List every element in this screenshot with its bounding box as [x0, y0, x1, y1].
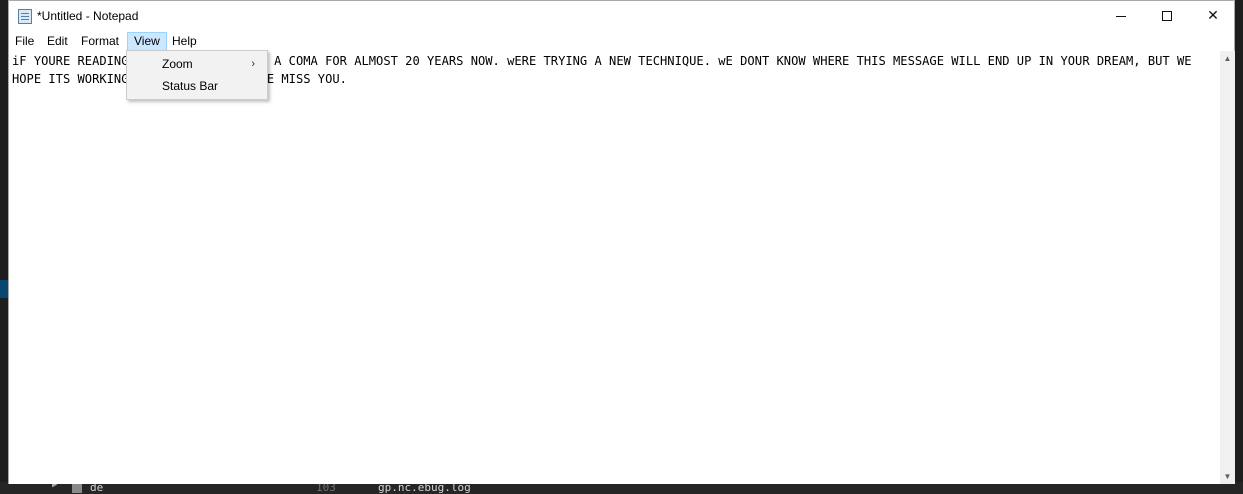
minimize-button[interactable] — [1098, 1, 1144, 31]
close-button[interactable]: ✕ — [1190, 1, 1236, 31]
text-editor[interactable]: iF YOURE READING THIS YOUVE BEEN IN A CO… — [9, 51, 1220, 484]
scroll-down-arrow-icon[interactable]: ▼ — [1220, 469, 1235, 484]
menu-view[interactable]: View — [127, 32, 167, 51]
menu-item-status-bar-label: Status Bar — [162, 79, 219, 93]
close-icon: ✕ — [1207, 8, 1219, 24]
scroll-up-arrow-icon[interactable]: ▲ — [1220, 51, 1235, 66]
background-selection-strip — [0, 280, 8, 298]
maximize-button[interactable] — [1144, 1, 1190, 31]
menu-item-zoom-label: Zoom — [162, 57, 193, 71]
menu-help[interactable]: Help — [166, 32, 203, 51]
vertical-scrollbar[interactable]: ▲ ▼ — [1220, 51, 1235, 484]
menu-item-status-bar[interactable]: Status Bar — [129, 75, 265, 97]
minimize-icon — [1116, 15, 1126, 17]
menu-bar: File Edit Format View Help — [9, 32, 1234, 51]
view-menu-dropdown: Zoom › Status Bar — [126, 50, 268, 100]
folder-icon — [72, 483, 82, 493]
notepad-icon — [18, 9, 32, 24]
submenu-arrow-icon: › — [251, 58, 255, 70]
menu-edit[interactable]: Edit — [41, 32, 74, 51]
maximize-icon — [1162, 11, 1172, 21]
title-bar[interactable]: *Untitled - Notepad ✕ — [9, 1, 1234, 32]
window-title: *Untitled - Notepad — [37, 9, 139, 23]
menu-item-zoom[interactable]: Zoom › — [129, 53, 265, 75]
menu-format[interactable]: Format — [75, 32, 125, 51]
menu-file[interactable]: File — [9, 32, 40, 51]
